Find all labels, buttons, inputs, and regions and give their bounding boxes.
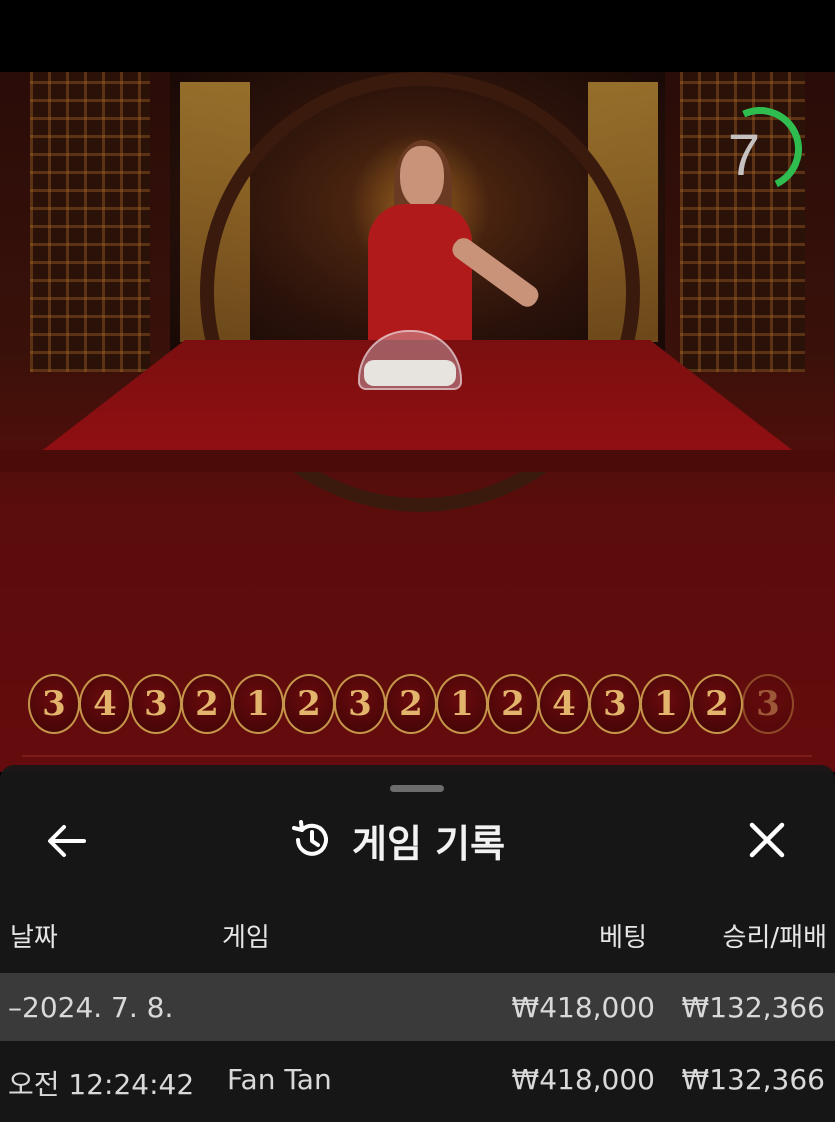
live-video-stream: 7 — [0, 72, 835, 772]
arrow-left-icon — [48, 825, 86, 857]
status-bar — [0, 0, 835, 72]
result-ball: 3 — [334, 674, 386, 734]
close-icon — [749, 822, 785, 858]
history-row-game: Fan Tan — [227, 1063, 332, 1096]
result-ball: 1 — [640, 674, 692, 734]
history-row-time: 오전 12:24:42 — [8, 1068, 195, 1101]
back-button[interactable] — [40, 817, 92, 865]
table-header: 날짜 게임 베팅 승리/패배 — [0, 917, 835, 957]
result-ball: 3 — [589, 674, 641, 734]
column-header-date: 날짜 — [10, 923, 58, 953]
result-ball: 1 — [436, 674, 488, 734]
date-group-label: –2024. 7. 8. — [8, 991, 174, 1024]
lattice-panel-left — [30, 72, 150, 372]
column-header-game: 게임 — [222, 923, 270, 953]
date-group-win-loss: ₩132,366 — [681, 991, 825, 1024]
result-ball: 2 — [181, 674, 233, 734]
column-header-win-loss: 승리/패배 — [722, 923, 827, 953]
result-ball: 4 — [79, 674, 131, 734]
result-road: 3 4 3 2 1 2 3 2 1 2 4 3 1 2 3 — [28, 674, 808, 736]
history-row[interactable]: 오전 12:24:42 Fan Tan ₩418,000 ₩132,366 — [0, 1045, 835, 1113]
history-row-win-loss: ₩132,366 — [681, 1063, 825, 1096]
result-ball: 2 — [487, 674, 539, 734]
close-button[interactable] — [742, 815, 792, 865]
history-clock-icon — [292, 820, 328, 856]
date-group-bet: ₩418,000 — [511, 991, 655, 1024]
dealer-head — [400, 146, 444, 208]
sheet-title-text: 게임 기록 — [352, 821, 506, 866]
result-ball: 3 — [130, 674, 182, 734]
result-ball: 2 — [385, 674, 437, 734]
table-edge — [0, 450, 835, 472]
result-ball: 4 — [538, 674, 590, 734]
game-history-sheet: 게임 기록 날짜 게임 베팅 승리/패배 –2024. 7. 8. ₩418,0… — [0, 765, 835, 1122]
history-row-bet: ₩418,000 — [511, 1063, 655, 1096]
countdown-timer: 7 — [727, 123, 761, 188]
result-ball: 2 — [691, 674, 743, 734]
result-ball: 1 — [232, 674, 284, 734]
drag-handle[interactable] — [390, 785, 444, 792]
date-group-row[interactable]: –2024. 7. 8. ₩418,000 ₩132,366 — [0, 973, 835, 1041]
result-ball: 3 — [28, 674, 80, 734]
result-ball: 3 — [742, 674, 794, 734]
result-ball: 2 — [283, 674, 335, 734]
column-header-bet: 베팅 — [599, 923, 647, 953]
sheet-title: 게임 기록 — [290, 813, 550, 867]
